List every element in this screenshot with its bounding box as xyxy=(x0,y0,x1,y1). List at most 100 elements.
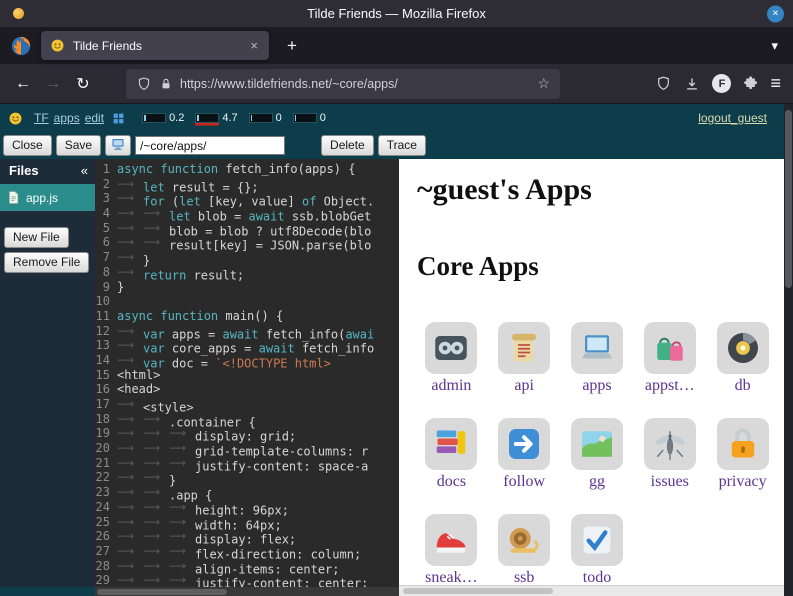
code-line: 8⟶return result; xyxy=(95,265,399,280)
app-privacy[interactable]: privacy xyxy=(711,408,775,500)
editor-horizontal-scrollbar[interactable] xyxy=(95,587,399,596)
file-item-appjs[interactable]: app.js xyxy=(0,184,95,211)
tildefriends-logo-icon xyxy=(8,111,23,126)
code-line: 29⟶⟶⟶justify-content: center; xyxy=(95,573,399,588)
app-label: privacy xyxy=(719,473,767,491)
editor-toolbar: Close Save Delete Trace xyxy=(0,132,793,159)
browser-tab[interactable]: Tilde Friends × xyxy=(41,31,269,60)
trace-button[interactable]: Trace xyxy=(378,135,426,156)
mosquito-icon xyxy=(644,418,696,470)
app-gg[interactable]: gg xyxy=(565,408,629,500)
vertical-scrollbar-thumb[interactable] xyxy=(785,110,792,288)
resource-meter: 0.2 xyxy=(142,112,184,124)
remove-file-button[interactable]: Remove File xyxy=(4,252,89,273)
resource-meter: 0 xyxy=(249,112,282,124)
apps-panel: ~guest's Apps Core Apps adminapiappsapps… xyxy=(399,159,793,596)
downloads-icon[interactable] xyxy=(683,75,701,93)
app-admin[interactable]: admin xyxy=(419,312,483,404)
hamburger-menu-icon[interactable]: ≡ xyxy=(770,73,781,94)
app-db[interactable]: db xyxy=(711,312,775,404)
new-tab-button[interactable]: + xyxy=(283,36,301,56)
new-file-button[interactable]: New File xyxy=(4,227,69,248)
url-bar[interactable]: https://www.tildefriends.net/~core/apps/… xyxy=(126,69,560,99)
site-link-edit[interactable]: edit xyxy=(85,111,104,125)
app-docs[interactable]: docs xyxy=(419,408,483,500)
app-ssb[interactable]: ssb xyxy=(492,504,556,596)
window-close-button[interactable]: × xyxy=(767,5,784,22)
code-line: 19⟶⟶⟶display: grid; xyxy=(95,426,399,441)
toolbar-icons: F ≡ xyxy=(655,73,781,94)
close-icon: × xyxy=(772,8,778,19)
apps-grid: admin api apps appst…db docs follow gg issues pr… xyxy=(415,312,785,596)
code-line: 6⟶⟶result[key] = JSON.parse(blo xyxy=(95,235,399,250)
app-follow[interactable]: follow xyxy=(492,408,556,500)
logout-link[interactable]: logout_guest xyxy=(698,111,767,125)
laptop-icon xyxy=(571,322,623,374)
code-line: 21⟶⟶⟶justify-content: space-a xyxy=(95,456,399,471)
code-line: 20⟶⟶⟶grid-template-columns: r xyxy=(95,441,399,456)
app-label: api xyxy=(514,377,534,395)
app-api[interactable]: api xyxy=(492,312,556,404)
navigation-toolbar: ← → ↻ https://www.tildefriends.net/~core… xyxy=(0,64,793,104)
save-button[interactable]: Save xyxy=(56,135,101,156)
tab-title: Tilde Friends xyxy=(73,39,248,53)
apps-grid-icon[interactable] xyxy=(112,112,125,125)
firefox-logo-icon xyxy=(10,35,32,57)
extensions-puzzle-icon[interactable] xyxy=(742,75,759,92)
url-text: https://www.tildefriends.net/~core/apps/ xyxy=(180,77,530,91)
back-button[interactable]: ← xyxy=(8,70,38,98)
app-label: apps xyxy=(582,377,611,395)
close-button[interactable]: Close xyxy=(3,135,52,156)
padlock-icon[interactable] xyxy=(159,77,173,91)
files-sidebar: Files « app.js New File Remove File xyxy=(0,159,95,587)
delete-button[interactable]: Delete xyxy=(321,135,374,156)
forward-button[interactable]: → xyxy=(38,70,68,98)
files-header: Files « xyxy=(0,159,95,180)
code-line: 11async function main() { xyxy=(95,309,399,324)
site-link-TF[interactable]: TF xyxy=(34,111,49,125)
code-line: 16<head> xyxy=(95,382,399,397)
path-input[interactable] xyxy=(135,136,285,155)
tracking-shield-icon[interactable] xyxy=(136,76,152,92)
section-title: Core Apps xyxy=(417,251,785,282)
sneaker-icon xyxy=(425,514,477,566)
site-links: TF apps edit xyxy=(29,111,104,125)
account-avatar[interactable]: F xyxy=(712,74,731,93)
app-label: issues xyxy=(651,473,689,491)
app-label: admin xyxy=(431,377,471,395)
map-icon xyxy=(571,418,623,470)
app-apps[interactable]: apps xyxy=(565,312,629,404)
editor-scrollbar-thumb[interactable] xyxy=(97,589,227,595)
app-issues[interactable]: issues xyxy=(638,408,702,500)
content-scrollbar-thumb[interactable] xyxy=(403,588,553,594)
monitor-icon xyxy=(111,140,125,154)
resource-meter: 4.7 xyxy=(195,112,237,124)
site-favicon-icon xyxy=(50,38,65,53)
vertical-scrollbar[interactable] xyxy=(784,104,793,596)
app-sneak[interactable]: sneak… xyxy=(419,504,483,596)
reload-button[interactable]: ↻ xyxy=(68,70,98,98)
app-label: docs xyxy=(437,473,466,491)
site-header: TFappsedit 0.24.700 logout_guest xyxy=(0,104,793,132)
permissions-shield-icon[interactable] xyxy=(655,75,672,92)
site-link-apps[interactable]: apps xyxy=(54,111,80,125)
browser-window: Tilde Friends — Mozilla Firefox × Tilde … xyxy=(0,0,793,596)
tab-bar: Tilde Friends × + ▾ xyxy=(0,27,793,64)
code-line: 23⟶⟶.app { xyxy=(95,485,399,500)
app-appst[interactable]: appst… xyxy=(638,312,702,404)
code-editor[interactable]: 1async function fetch_info(apps) {2⟶let … xyxy=(95,159,399,596)
code-line: 27⟶⟶⟶flex-direction: column; xyxy=(95,544,399,559)
bookmark-star-icon[interactable]: ☆ xyxy=(537,75,550,92)
content-horizontal-scrollbar[interactable] xyxy=(399,585,793,596)
app-todo[interactable]: todo xyxy=(565,504,629,596)
list-tabs-chevron-icon[interactable]: ▾ xyxy=(771,38,778,54)
app-icon-button[interactable] xyxy=(105,135,131,156)
tab-close-icon[interactable]: × xyxy=(248,38,260,53)
files-title: Files xyxy=(9,163,39,178)
collapse-sidebar-icon[interactable]: « xyxy=(81,163,88,178)
cd-icon xyxy=(717,322,769,374)
shopping-bags-icon xyxy=(644,322,696,374)
code-line: 26⟶⟶⟶display: flex; xyxy=(95,529,399,544)
app-label: follow xyxy=(503,473,545,491)
code-line: 9} xyxy=(95,280,399,295)
